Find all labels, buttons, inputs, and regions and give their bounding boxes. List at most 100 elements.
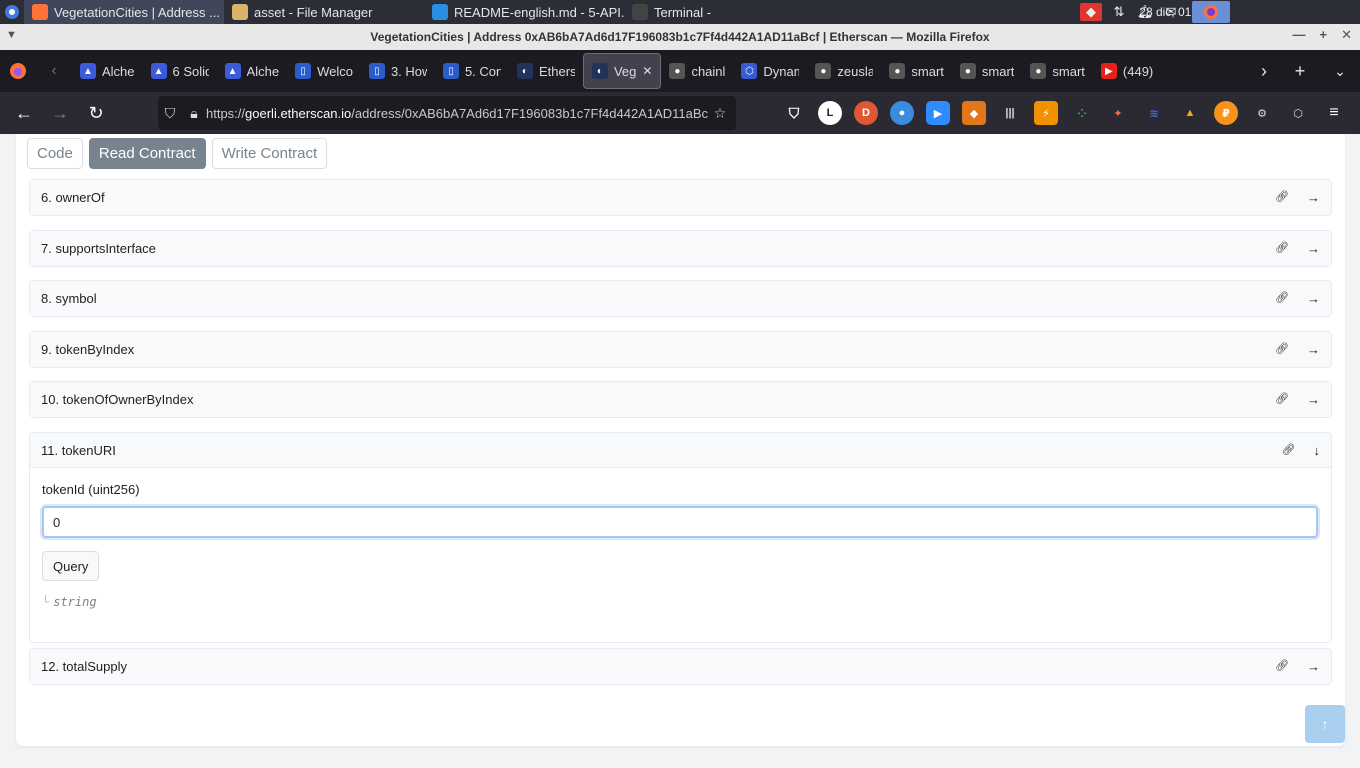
new-tab-icon[interactable]: + [1282, 53, 1318, 89]
browser-tab[interactable]: ▲ 6 Solid [143, 53, 217, 89]
tab-label: 6 Solid [172, 63, 209, 79]
browser-tab[interactable]: ● smart [1022, 53, 1093, 89]
link-icon[interactable]: 🔗︎ [1282, 443, 1296, 458]
tab-label: Alche [246, 63, 280, 79]
link-icon[interactable]: 🔗︎ [1275, 342, 1289, 357]
browser-tab[interactable]: ▯ 5. Con [435, 53, 509, 89]
tab-code[interactable]: Code [27, 138, 83, 169]
function-header[interactable]: 12. totalSupply 🔗︎ → [30, 649, 1331, 684]
extension-rocket-icon[interactable]: ▲ [1178, 101, 1202, 125]
firefox-launcher-icon[interactable] [1192, 1, 1230, 23]
extension-spark-icon[interactable]: ✦ [1106, 101, 1130, 125]
window-menu-icon[interactable]: ▼ [6, 29, 17, 41]
arrow-right-icon[interactable]: → [1307, 241, 1320, 256]
link-icon[interactable]: 🔗︎ [1275, 291, 1289, 306]
browser-tab[interactable]: ◐ Ethers [509, 53, 583, 89]
taskbar-task[interactable]: VegetationCities | Address ... [24, 0, 224, 24]
function-name: 9. tokenByIndex [41, 342, 135, 357]
tab-write-contract[interactable]: Write Contract [211, 138, 328, 169]
browser-tab[interactable]: ▶ (449) [1093, 53, 1161, 89]
bookmark-star-icon[interactable]: ☆ [708, 99, 732, 127]
taskbar-task[interactable]: README-english.md - 5-API... [424, 0, 624, 24]
tab-label: smart [981, 63, 1015, 79]
tab-label: (449) [1122, 63, 1154, 79]
extension-dots-icon[interactable]: ⁘ [1070, 101, 1094, 125]
extension-circle-icon[interactable]: ● [890, 101, 914, 125]
network-transfer-icon[interactable]: ⇅ [1110, 3, 1128, 21]
link-icon[interactable]: 🔗︎ [1275, 392, 1289, 407]
metamask-icon[interactable]: ◆ [962, 101, 986, 125]
extension-box-icon[interactable]: ⬡ [1286, 101, 1310, 125]
taskbar-task[interactable]: asset - File Manager [224, 0, 424, 24]
extension-coin-icon[interactable]: ₽ [1214, 101, 1238, 125]
zoom-icon[interactable]: ▶ [926, 101, 950, 125]
link-icon[interactable]: 🔗︎ [1275, 190, 1289, 205]
browser-tab[interactable]: ● chainl [661, 53, 733, 89]
function-body: tokenId (uint256) 0 Query └ string [30, 468, 1331, 621]
arrow-right-icon[interactable]: → [1307, 291, 1320, 306]
browser-tab[interactable]: ● smart [881, 53, 952, 89]
tab-favicon-icon: ▲ [150, 63, 167, 79]
tracking-protection-icon[interactable]: ⛉ [158, 99, 182, 127]
tab-read-contract[interactable]: Read Contract [88, 138, 206, 169]
tab-scroll-right-icon[interactable]: › [1246, 53, 1282, 89]
extension-gear-icon[interactable]: ⚙ [1250, 101, 1274, 125]
tab-close-icon[interactable]: ✕ [642, 64, 652, 78]
browser-tab[interactable]: ▯ 3. How [361, 53, 435, 89]
function-name: 11. tokenURI [41, 442, 116, 458]
function-name: 10. tokenOfOwnerByIndex [41, 392, 194, 407]
browser-tab[interactable]: ⬡ Dynam [733, 53, 807, 89]
arrow-right-icon[interactable]: → [1307, 659, 1320, 674]
function-header[interactable]: 11. tokenURI 🔗︎ ↓ [30, 433, 1331, 468]
tab-favicon-icon: ● [959, 63, 976, 79]
link-icon[interactable]: 🔗︎ [1275, 241, 1289, 256]
scroll-to-top-button[interactable]: ↑ [1305, 705, 1345, 743]
browser-tab[interactable]: ● zeusla [807, 53, 881, 89]
function-header[interactable]: 8. symbol 🔗︎ → [30, 281, 1331, 316]
app-menu-hamburger-icon[interactable]: ≡ [1322, 101, 1346, 125]
extension-layers-icon[interactable]: ≋ [1142, 101, 1166, 125]
back-icon[interactable]: ← [6, 95, 42, 131]
tab-scroll-left-icon[interactable]: ‹ [36, 53, 72, 89]
tab-label: Alche [102, 63, 135, 79]
link-icon[interactable]: 🔗︎ [1275, 659, 1289, 674]
firefox-view-icon[interactable] [0, 53, 36, 89]
tab-label: Welco [317, 63, 353, 79]
arrow-down-icon[interactable]: ↓ [1314, 443, 1321, 458]
browser-tab[interactable]: ▯ Welco [287, 53, 361, 89]
arrow-right-icon[interactable]: → [1307, 342, 1320, 357]
list-all-tabs-icon[interactable]: ⌄ [1322, 53, 1358, 89]
arrow-right-icon[interactable]: → [1307, 392, 1320, 407]
extension-l-icon[interactable]: L [818, 101, 842, 125]
close-icon[interactable]: ✕ [1341, 27, 1352, 43]
function-header[interactable]: 10. tokenOfOwnerByIndex 🔗︎ → [30, 382, 1331, 417]
minimize-icon[interactable]: — [1293, 27, 1306, 43]
anydesk-icon[interactable]: ◆ [1080, 3, 1102, 21]
function-header[interactable]: 7. supportsInterface 🔗︎ → [30, 231, 1331, 266]
extension-orange-icon[interactable]: ⚡ [1034, 101, 1058, 125]
function-header[interactable]: 6. ownerOf 🔗︎ → [30, 180, 1331, 215]
browser-tab[interactable]: ▲ Alche [72, 53, 143, 89]
url-bar[interactable]: ⛉ 🔒︎ https://goerli.etherscan.io/address… [158, 96, 736, 130]
browser-tab[interactable]: ◐ Veg ✕ [582, 53, 662, 89]
url-text[interactable]: https://goerli.etherscan.io/address/0xAB… [206, 106, 708, 121]
duckduckgo-icon[interactable]: D [854, 101, 878, 125]
app-menu-icon[interactable] [0, 0, 24, 24]
maximize-icon[interactable]: + [1320, 27, 1328, 43]
browser-tab[interactable]: ● smart [952, 53, 1023, 89]
tab-label: zeusla [837, 63, 874, 79]
tab-label: Dynam [763, 63, 800, 79]
query-button[interactable]: Query [42, 551, 100, 581]
tab-label: Ethers [538, 63, 575, 79]
tokenid-input[interactable]: 0 [42, 506, 1318, 538]
function-header[interactable]: 9. tokenByIndex 🔗︎ → [30, 332, 1331, 367]
extension-bars-icon[interactable]: ||| [998, 101, 1022, 125]
pocket-icon[interactable]: ⛉ [782, 101, 806, 125]
arrow-right-icon[interactable]: → [1307, 190, 1320, 205]
browser-tab[interactable]: ▲ Alche [217, 53, 288, 89]
reload-icon[interactable]: ↻ [78, 95, 114, 131]
forward-icon[interactable]: → [42, 95, 78, 131]
taskbar-task[interactable]: Terminal - [624, 0, 824, 24]
lock-icon[interactable]: 🔒︎ [182, 99, 206, 127]
tab-favicon-icon: ▲ [224, 63, 241, 79]
